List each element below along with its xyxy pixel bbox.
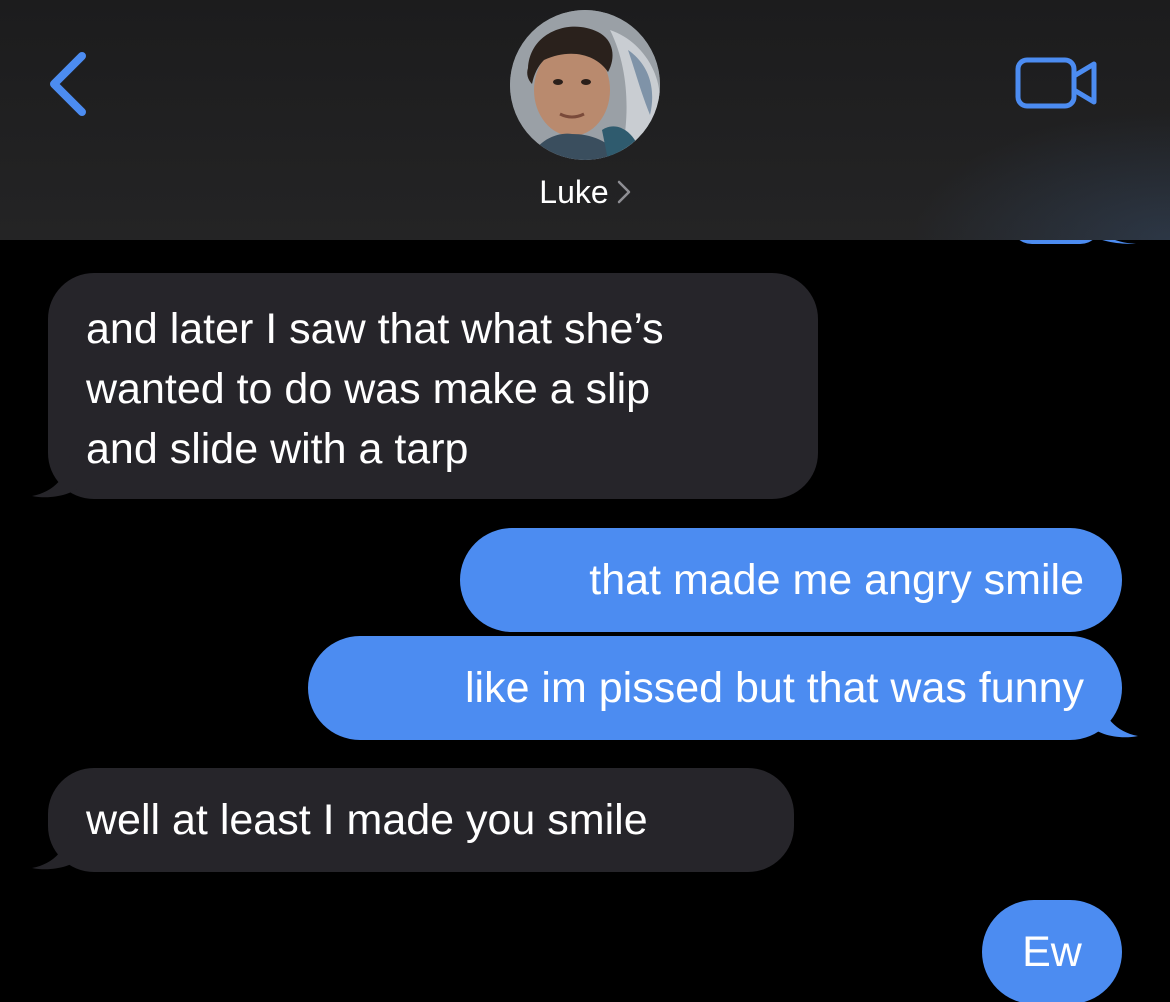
contact-avatar[interactable] [510, 10, 660, 160]
incoming-message-bubble[interactable]: well at least I made you smile [48, 768, 794, 872]
message-text-line: and slide with a tarp [86, 425, 469, 473]
contact-name-button[interactable]: Luke [0, 172, 1170, 215]
facetime-video-button[interactable] [1014, 56, 1100, 110]
message-text: well at least I made you smile [86, 796, 648, 844]
message-text: like im pissed but that was funny [464, 664, 1084, 712]
contact-photo [510, 10, 660, 160]
message-text-line: wanted to do was make a slip [86, 365, 651, 413]
back-button[interactable] [40, 48, 100, 120]
outgoing-bubble-tail [1090, 696, 1138, 738]
outgoing-message-bubble[interactable]: Ew [982, 900, 1122, 1002]
messages-screen: Luke and later I saw that what she’s wan… [0, 0, 1170, 1002]
message-text-line: and later I saw that what she’s [86, 305, 664, 353]
incoming-message-bubble[interactable]: and later I saw that what she’s wanted t… [48, 273, 818, 499]
outgoing-message-bubble[interactable]: like im pissed but that was funny [308, 636, 1122, 740]
video-camera-icon [1015, 57, 1097, 109]
message-text: that made me angry smile [589, 556, 1084, 604]
message-text: Ew [1022, 928, 1082, 976]
incoming-bubble-tail [32, 828, 82, 870]
outgoing-message-bubble[interactable]: that made me angry smile [460, 528, 1122, 632]
contact-name: Luke [539, 174, 609, 210]
chevron-left-icon [50, 52, 86, 116]
chevron-right-icon [617, 173, 631, 213]
incoming-bubble-tail [32, 456, 82, 498]
conversation-header: Luke [0, 0, 1170, 240]
